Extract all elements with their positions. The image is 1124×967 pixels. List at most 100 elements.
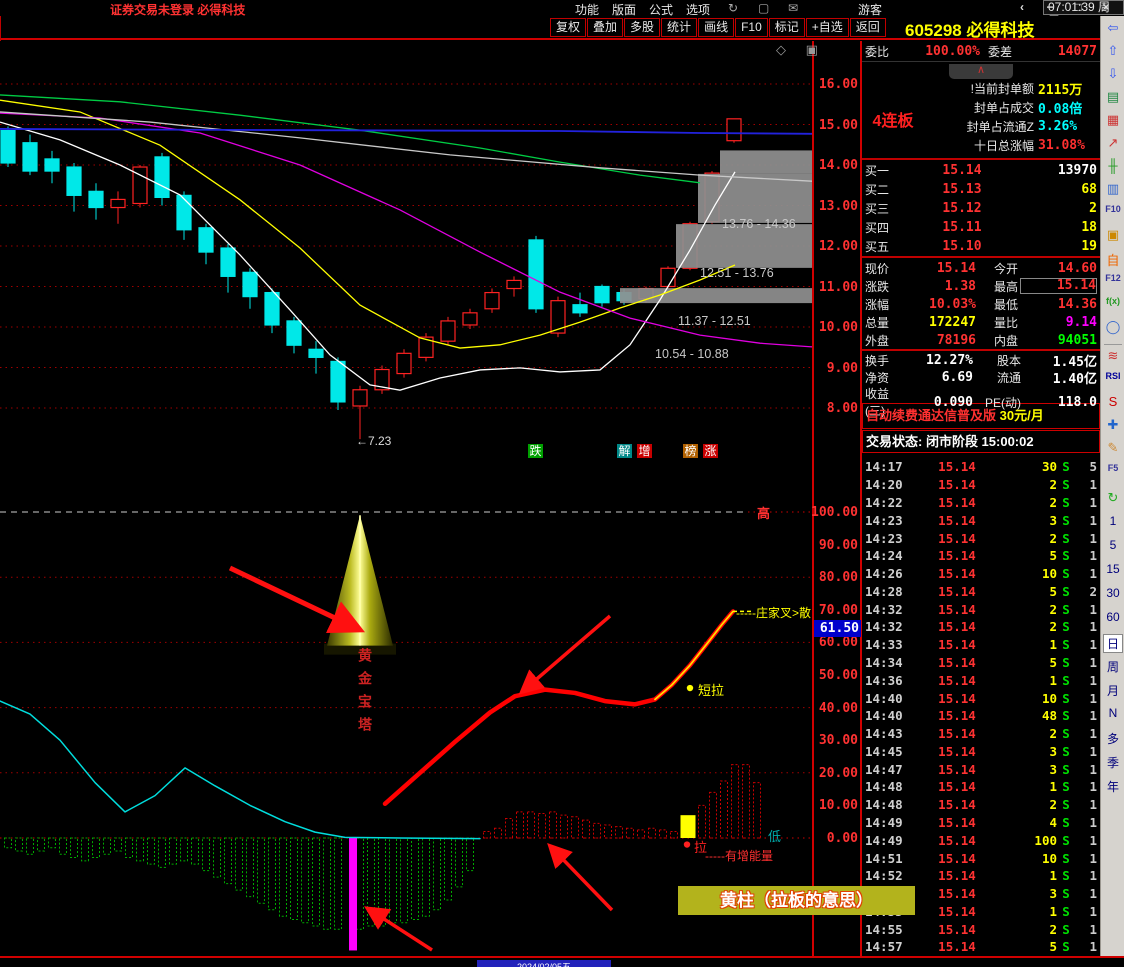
f12-icon[interactable]: F12: [1101, 273, 1124, 283]
toolbar-button-+自选[interactable]: +自选: [805, 18, 849, 37]
down-arrow-icon[interactable]: ⇩: [1101, 66, 1124, 82]
mail-icon[interactable]: ✉: [788, 1, 798, 15]
badge-增[interactable]: 增: [637, 444, 652, 458]
lianban-badge: 4连板: [872, 112, 914, 130]
toolbar-button-F10[interactable]: F10: [735, 18, 768, 37]
formula-icon[interactable]: f(x): [1101, 296, 1124, 306]
youzengneng-label: -----有增能量: [705, 849, 773, 863]
f5-icon[interactable]: F5: [1101, 463, 1124, 473]
candlestick-chart[interactable]: 13.76 - 14.36 12.51 - 13.76 11.37 - 12.51 1…: [0, 41, 812, 458]
circle-icon[interactable]: ◯: [1101, 319, 1124, 335]
badge-涨[interactable]: 涨: [703, 444, 718, 458]
back-arrow-icon[interactable]: ⇦: [1101, 20, 1124, 36]
restore-button[interactable]: □: [1070, 0, 1086, 14]
bid-row: 买五 15.10 19: [865, 239, 1097, 254]
report-icon[interactable]: ▤: [1101, 89, 1124, 105]
price-axis: 16.00 15.00 14.00 13.00 12.00 11.00 10.00 9.00 8…: [814, 41, 860, 458]
quote-panel: 委比 100.00% 委差 14077 ∧ 4连板 !当前封单额 2115万封单占…: [862, 41, 1100, 458]
tick-row: 14:20 15.14 2 S 1: [865, 477, 1097, 493]
close-button[interactable]: ×: [1098, 0, 1114, 14]
period-周[interactable]: 周: [1101, 658, 1124, 675]
toolbar-button-多股[interactable]: 多股: [624, 18, 661, 37]
date-box: 2024/02/05五: [477, 960, 611, 967]
indicator-panel[interactable]: [0, 458, 812, 956]
period-月[interactable]: 月: [1101, 682, 1124, 699]
toolbar-button-统计[interactable]: 统计: [661, 18, 698, 37]
indicator-axis-label: 20.00: [818, 765, 858, 781]
up-arrow-icon[interactable]: ⇧: [1101, 43, 1124, 59]
renewal-price: 30元/月: [999, 408, 1044, 423]
detail-row: 外盘 78196 内盘 94051: [865, 332, 1097, 348]
period-年[interactable]: 年: [1101, 778, 1124, 795]
period-季[interactable]: 季: [1101, 754, 1124, 771]
quote-grid-icon[interactable]: ▦: [1101, 112, 1124, 128]
period-60[interactable]: 60: [1101, 610, 1124, 624]
tick-row: 14:51 15.14 10 S 1: [865, 850, 1097, 866]
tick-row: 14:22 15.14 2 S 1: [865, 494, 1097, 510]
price-axis-label: 9.00: [826, 360, 858, 376]
pencil-icon[interactable]: ✎: [1101, 440, 1124, 456]
save-icon[interactable]: ▢: [758, 1, 769, 15]
chevron-up-icon[interactable]: ∧: [949, 64, 1013, 79]
toolbar-button-叠加[interactable]: 叠加: [587, 18, 624, 37]
period-30[interactable]: 30: [1101, 586, 1124, 600]
low-label: 低: [768, 829, 782, 844]
move-icon[interactable]: ✚: [1101, 417, 1124, 433]
seal-value: 2115万: [1038, 83, 1083, 98]
weibi-value: 100.00%: [925, 43, 980, 59]
toolbar-button-复权[interactable]: 复权: [550, 18, 587, 37]
weibi-row: 委比 100.00% 委差 14077: [862, 41, 1100, 62]
indicator-svg: [0, 511, 812, 952]
seal-label: !当前封单额: [970, 82, 1034, 96]
tick-row: 14:23 15.14 2 S 1: [865, 530, 1097, 546]
badge-解[interactable]: 解: [617, 444, 632, 458]
badge-榜[interactable]: 榜: [683, 444, 698, 458]
period-日[interactable]: 日: [1103, 634, 1123, 653]
toolbar-button-画线[interactable]: 画线: [698, 18, 735, 37]
tick-list[interactable]: 14:17 15.14 30 S 5 14:20 15.14 2 S 1 14:22 15.14 2 S 1…: [862, 458, 1100, 956]
seal-row: !当前封单额 2115万: [924, 79, 1100, 98]
nav-back-button[interactable]: ‹: [1014, 0, 1030, 14]
refresh-icon[interactable]: ↻: [728, 1, 738, 15]
kline-icon[interactable]: ╫: [1101, 158, 1124, 173]
duanla-label: 短拉: [698, 683, 725, 698]
tick-row: 14:24 15.14 5 S 1: [865, 548, 1097, 564]
svg-text:13.76 - 14.36: 13.76 - 14.36: [722, 217, 796, 231]
indicator-axis-label: 90.00: [818, 537, 858, 553]
tick-row: 14:49 15.14 4 S 1: [865, 815, 1097, 831]
multi-line-icon[interactable]: ≋: [1101, 348, 1124, 364]
badge-跌[interactable]: 跌: [528, 444, 543, 458]
toolbar-button-返回[interactable]: 返回: [849, 18, 886, 37]
toolbar-button-标记[interactable]: 标记: [768, 18, 805, 37]
indicator-axis: 100.00 90.00 80.00 70.00 60.00 50.00 40.00 30.0…: [811, 458, 860, 956]
zixuan-icon[interactable]: 自: [1101, 250, 1124, 269]
minimize-button[interactable]: −: [1042, 0, 1058, 14]
period-多[interactable]: 多: [1101, 730, 1124, 747]
period-15[interactable]: 15: [1101, 562, 1124, 576]
rsi-icon[interactable]: RSI: [1101, 371, 1124, 381]
title-bar: 证券交易未登录 必得科技 功能版面公式选项↻▢✉ 游客 07:01:39 周二 …: [0, 0, 1124, 27]
period-N[interactable]: N: [1101, 706, 1124, 720]
period-1[interactable]: 1: [1101, 514, 1124, 528]
period-5[interactable]: 5: [1101, 538, 1124, 552]
f10-icon[interactable]: F10: [1101, 204, 1124, 214]
indicator-axis-label: 30.00: [818, 733, 858, 749]
fund-row: 净资 6.69 流通 1.40亿: [865, 370, 1097, 387]
chart-corner-icons[interactable]: ◇ ▣: [776, 42, 826, 58]
tick-row: 14:34 15.14 5 S 1: [865, 654, 1097, 670]
tick-row: 14:43 15.14 2 S 1: [865, 726, 1097, 742]
price-axis-label: 11.00: [818, 279, 858, 295]
price-axis-label: 16.00: [818, 77, 858, 92]
s-icon[interactable]: S: [1101, 394, 1124, 409]
weicha-label: 委差: [987, 44, 1012, 59]
refresh-icon[interactable]: ↻: [1101, 490, 1124, 506]
panel-expander[interactable]: ∧: [862, 62, 1100, 79]
structure-icon[interactable]: ▣: [1101, 227, 1124, 243]
seal-row: 封单占流通Z 3.26%: [924, 117, 1100, 136]
seal-label: 封单占流通Z: [966, 120, 1034, 134]
tick-row: 14:49 15.14 100 S 1: [865, 832, 1097, 848]
tick-row: 14:52 15.14 1 S 1: [865, 868, 1097, 884]
svg-text:10.54 - 10.88: 10.54 - 10.88: [655, 347, 729, 361]
news-icon[interactable]: ▥: [1101, 181, 1124, 197]
trend-line-icon[interactable]: ↗: [1101, 135, 1124, 151]
